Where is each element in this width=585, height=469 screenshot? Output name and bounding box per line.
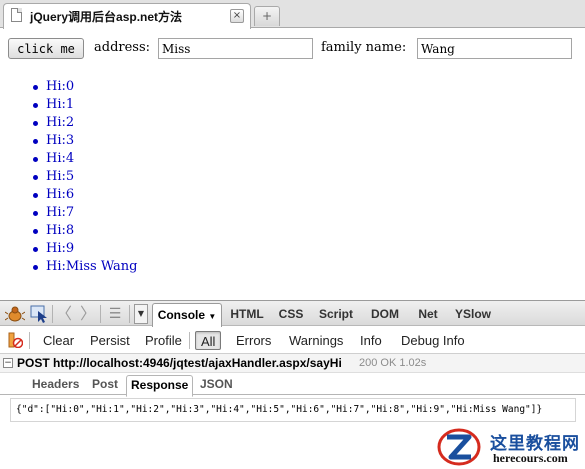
tab-yslow[interactable]: YSlow: [454, 303, 492, 325]
filter-info-button[interactable]: Info: [360, 331, 382, 350]
collapse-icon[interactable]: −: [3, 358, 13, 368]
tab-dom[interactable]: DOM: [369, 303, 401, 325]
new-tab-button[interactable]: +: [254, 6, 280, 26]
persist-button[interactable]: Persist: [90, 331, 130, 350]
toolbar-divider: [129, 305, 130, 323]
request-detail-tabs: Headers Post Response JSON: [0, 373, 585, 397]
family-name-label: family name:: [321, 40, 407, 55]
list-item: Hi:0: [33, 78, 138, 96]
list-item: Hi:1: [33, 96, 138, 114]
chevron-down-icon: ▼: [208, 312, 217, 321]
document-icon: [11, 8, 22, 22]
list-item: Hi:Miss Wang: [33, 259, 138, 274]
tab-console[interactable]: Console ▼: [152, 303, 222, 327]
firebug-toolbar: 〈 〉 ☰ ▼ Console ▼ HTML CSS Script DOM Ne…: [0, 300, 585, 327]
forward-arrow-icon[interactable]: 〉: [80, 305, 96, 323]
request-line: POST http://localhost:4946/jqtest/ajaxHa…: [17, 356, 342, 370]
list-item: Hi:8: [33, 222, 138, 240]
address-label: address:: [94, 40, 151, 55]
list-icon[interactable]: ☰: [106, 305, 124, 323]
tab-json[interactable]: JSON: [200, 375, 233, 395]
watermark-logo-icon: [437, 428, 481, 466]
list-item: Hi:4: [33, 150, 138, 168]
watermark-url: herecours.com: [493, 451, 568, 465]
inspect-icon[interactable]: [30, 305, 48, 323]
greeting-list: Hi:0 Hi:1 Hi:2 Hi:3 Hi:4 Hi:5 Hi:6 Hi:7 Hi:8 Hi:9…: [33, 78, 138, 276]
toolbar-divider: [100, 305, 101, 323]
close-tab-icon[interactable]: ×: [230, 9, 244, 23]
browser-tab-strip: jQuery调用后台asp.net方法 × +: [0, 0, 585, 29]
clear-console-icon[interactable]: [7, 332, 23, 348]
firebug-icon[interactable]: [5, 305, 25, 323]
profile-button[interactable]: Profile: [145, 331, 182, 350]
address-input[interactable]: [158, 38, 313, 59]
panel-menu-dropdown[interactable]: ▼: [134, 304, 148, 324]
list-item: Hi:2: [33, 114, 138, 132]
tab-net[interactable]: Net: [415, 303, 441, 325]
tab-html[interactable]: HTML: [229, 303, 265, 325]
tab-headers[interactable]: Headers: [32, 375, 79, 395]
clear-button[interactable]: Clear: [43, 331, 74, 350]
browser-tab[interactable]: jQuery调用后台asp.net方法 ×: [3, 3, 251, 29]
request-status: 200 OK 1.02s: [359, 357, 427, 369]
console-toolbar: Clear Persist Profile All Errors Warning…: [0, 327, 585, 354]
family-name-input[interactable]: [417, 38, 572, 59]
toolbar-divider: [29, 332, 30, 349]
toolbar-divider: [189, 332, 190, 349]
list-item: Hi:7: [33, 204, 138, 222]
site-watermark: 这里教程网 herecours.com: [437, 425, 585, 469]
ajax-request-row[interactable]: − POST http://localhost:4946/jqtest/ajax…: [0, 354, 585, 373]
filter-debug-info-button[interactable]: Debug Info: [401, 331, 465, 350]
filter-warnings-button[interactable]: Warnings: [289, 331, 343, 350]
click-me-button[interactable]: click me: [8, 38, 84, 59]
tab-script[interactable]: Script: [317, 303, 355, 325]
browser-tab-title: jQuery调用后台asp.net方法: [30, 10, 183, 24]
list-item: Hi:6: [33, 186, 138, 204]
toolbar-divider: [52, 305, 53, 323]
response-body: {"d":["Hi:0","Hi:1","Hi:2","Hi:3","Hi:4"…: [10, 398, 576, 422]
tab-post[interactable]: Post: [92, 375, 118, 395]
back-arrow-icon[interactable]: 〈: [56, 305, 72, 323]
filter-errors-button[interactable]: Errors: [236, 331, 271, 350]
list-item: Hi:5: [33, 168, 138, 186]
tab-css[interactable]: CSS: [278, 303, 304, 325]
page-content: click me address: family name: Hi:0Hi:1H…: [0, 29, 585, 300]
list-item: Hi:9: [33, 240, 138, 258]
list-item: Hi:3: [33, 132, 138, 150]
filter-all-button[interactable]: All: [195, 331, 222, 350]
tab-response[interactable]: Response: [126, 375, 194, 397]
